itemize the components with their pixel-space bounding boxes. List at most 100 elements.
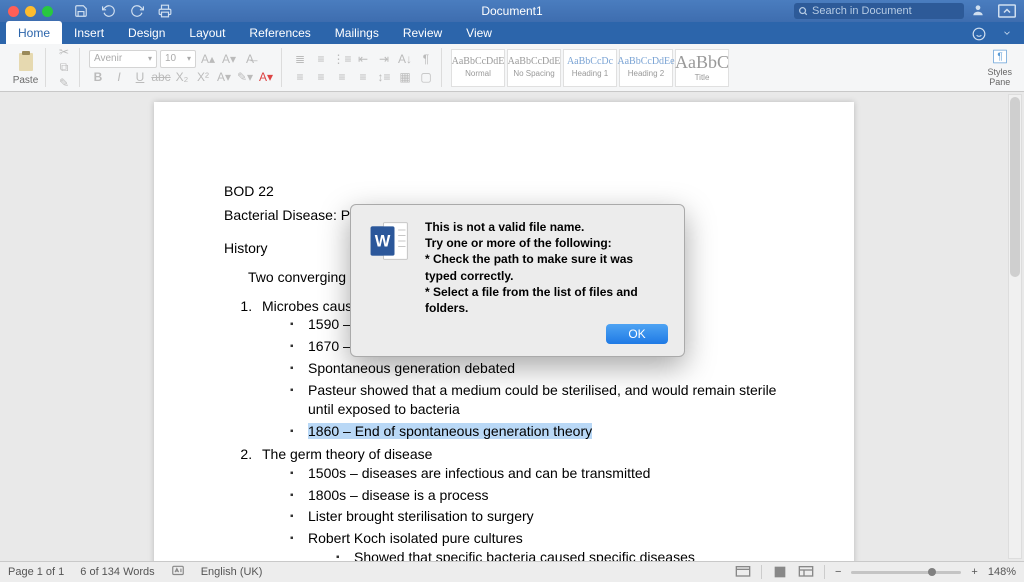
- clear-format-icon[interactable]: A̶: [241, 50, 259, 68]
- style-title[interactable]: AaBbCTitle: [675, 49, 729, 87]
- word-app-icon: W: [367, 219, 411, 263]
- tab-insert[interactable]: Insert: [62, 21, 116, 44]
- bullets-icon[interactable]: ≣: [291, 50, 309, 68]
- vertical-scrollbar[interactable]: [1008, 94, 1022, 559]
- font-group: Avenir▾ 10▾ A▴ A▾ A̶ B I U abc X₂ X² A▾ …: [83, 48, 282, 87]
- separator: [761, 565, 762, 579]
- style-heading-2[interactable]: AaBbCcDdEeHeading 2: [619, 49, 673, 87]
- tab-design[interactable]: Design: [116, 21, 177, 44]
- page-indicator[interactable]: Page 1 of 1: [8, 566, 64, 578]
- clipboard-small: ✂ ⧉ ✎: [49, 48, 80, 87]
- grow-font-icon[interactable]: A▴: [199, 50, 217, 68]
- numbering-icon[interactable]: ≡: [312, 50, 330, 68]
- ribbon-tabs: Home Insert Design Layout References Mai…: [0, 22, 1024, 44]
- paste-label: Paste: [13, 75, 39, 86]
- separator: [824, 565, 825, 579]
- subscript-icon[interactable]: X₂: [173, 68, 191, 86]
- list-item: Lister brought sterilisation to surgery: [308, 507, 784, 526]
- list-item: The germ theory of disease 1500s – disea…: [256, 445, 784, 561]
- show-marks-icon[interactable]: ¶: [417, 50, 435, 68]
- align-center-icon[interactable]: ≡: [312, 68, 330, 86]
- decrease-indent-icon[interactable]: ⇤: [354, 50, 372, 68]
- zoom-level[interactable]: 148%: [988, 566, 1016, 578]
- styles-pane-button[interactable]: ¶ Styles Pane: [981, 48, 1018, 87]
- collapse-ribbon-icon[interactable]: [998, 4, 1016, 18]
- list-item: 1800s – disease is a process: [308, 486, 784, 505]
- undo-icon[interactable]: [101, 3, 117, 19]
- window-controls: [0, 6, 53, 17]
- clipboard-group: Paste: [6, 48, 46, 87]
- shading-icon[interactable]: ▦: [396, 68, 414, 86]
- tab-view[interactable]: View: [454, 21, 504, 44]
- align-left-icon[interactable]: ≡: [291, 68, 309, 86]
- tab-references[interactable]: References: [237, 21, 322, 44]
- search-input[interactable]: Search in Document: [794, 3, 964, 19]
- status-bar: Page 1 of 1 6 of 134 Words English (UK) …: [0, 561, 1024, 582]
- help-icon[interactable]: [1002, 27, 1012, 44]
- justify-icon[interactable]: ≡: [354, 68, 372, 86]
- styles-group: AaBbCcDdENormal AaBbCcDdENo Spacing AaBb…: [445, 48, 978, 87]
- focus-mode-icon[interactable]: [735, 565, 751, 579]
- align-right-icon[interactable]: ≡: [333, 68, 351, 86]
- tab-mailings[interactable]: Mailings: [323, 21, 391, 44]
- superscript-icon[interactable]: X²: [194, 68, 212, 86]
- format-painter-icon[interactable]: ✎: [55, 76, 73, 90]
- list-item: Showed that specific bacteria caused spe…: [354, 548, 784, 561]
- zoom-slider[interactable]: [851, 571, 961, 574]
- search-placeholder: Search in Document: [812, 5, 912, 17]
- word-count[interactable]: 6 of 134 Words: [80, 566, 154, 578]
- borders-icon[interactable]: ▢: [417, 68, 435, 86]
- doc-text: BOD 22: [224, 182, 784, 201]
- sort-icon[interactable]: A↓: [396, 50, 414, 68]
- svg-text:W: W: [375, 233, 391, 251]
- strike-icon[interactable]: abc: [152, 68, 170, 86]
- ok-button[interactable]: OK: [606, 324, 668, 344]
- copy-icon[interactable]: ⧉: [55, 60, 73, 75]
- zoom-slider-thumb[interactable]: [928, 568, 936, 576]
- zoom-window-icon[interactable]: [42, 6, 53, 17]
- share-icon[interactable]: [972, 27, 986, 44]
- tab-home[interactable]: Home: [6, 21, 62, 44]
- print-icon[interactable]: [157, 3, 173, 19]
- shrink-font-icon[interactable]: A▾: [220, 50, 238, 68]
- error-dialog: W This is not a valid file name. Try one…: [350, 204, 685, 357]
- tab-layout[interactable]: Layout: [177, 21, 237, 44]
- style-heading-1[interactable]: AaBbCcDcHeading 1: [563, 49, 617, 87]
- font-color-icon[interactable]: A▾: [257, 68, 275, 86]
- multilevel-icon[interactable]: ⋮≡: [333, 50, 351, 68]
- style-no-spacing[interactable]: AaBbCcDdENo Spacing: [507, 49, 561, 87]
- tab-review[interactable]: Review: [391, 21, 454, 44]
- minimize-window-icon[interactable]: [25, 6, 36, 17]
- dialog-message: This is not a valid file name. Try one o…: [425, 219, 668, 316]
- bold-icon[interactable]: B: [89, 68, 107, 86]
- document-area: BOD 22 Bacterial Disease: Pas History Tw…: [0, 92, 1024, 561]
- language-indicator[interactable]: English (UK): [201, 566, 263, 578]
- account-icon[interactable]: [970, 3, 986, 20]
- repeat-icon[interactable]: [129, 3, 145, 19]
- zoom-out-button[interactable]: −: [835, 566, 841, 578]
- paste-icon[interactable]: [13, 50, 39, 74]
- list-item: Spontaneous generation debated: [308, 359, 784, 378]
- quick-access-toolbar: [73, 3, 173, 19]
- increase-indent-icon[interactable]: ⇥: [375, 50, 393, 68]
- line-spacing-icon[interactable]: ↕≡: [375, 68, 393, 86]
- list-item: Pasteur showed that a medium could be st…: [308, 381, 784, 419]
- zoom-in-button[interactable]: +: [971, 566, 977, 578]
- font-name-selector[interactable]: Avenir▾: [89, 50, 157, 68]
- font-size-selector[interactable]: 10▾: [160, 50, 196, 68]
- title-right: Search in Document: [794, 3, 1024, 20]
- web-layout-icon[interactable]: [798, 565, 814, 579]
- close-window-icon[interactable]: [8, 6, 19, 17]
- list-item: 1860 – End of spontaneous generation the…: [308, 422, 784, 441]
- underline-icon[interactable]: U: [131, 68, 149, 86]
- highlight-icon[interactable]: ✎▾: [236, 68, 254, 86]
- spellcheck-icon[interactable]: [171, 564, 185, 581]
- scrollbar-thumb[interactable]: [1010, 97, 1020, 277]
- text-effects-icon[interactable]: A▾: [215, 68, 233, 86]
- style-normal[interactable]: AaBbCcDdENormal: [451, 49, 505, 87]
- svg-text:¶: ¶: [997, 51, 1002, 62]
- print-layout-icon[interactable]: [772, 565, 788, 579]
- cut-icon[interactable]: ✂: [55, 45, 73, 59]
- save-icon[interactable]: [73, 3, 89, 19]
- italic-icon[interactable]: I: [110, 68, 128, 86]
